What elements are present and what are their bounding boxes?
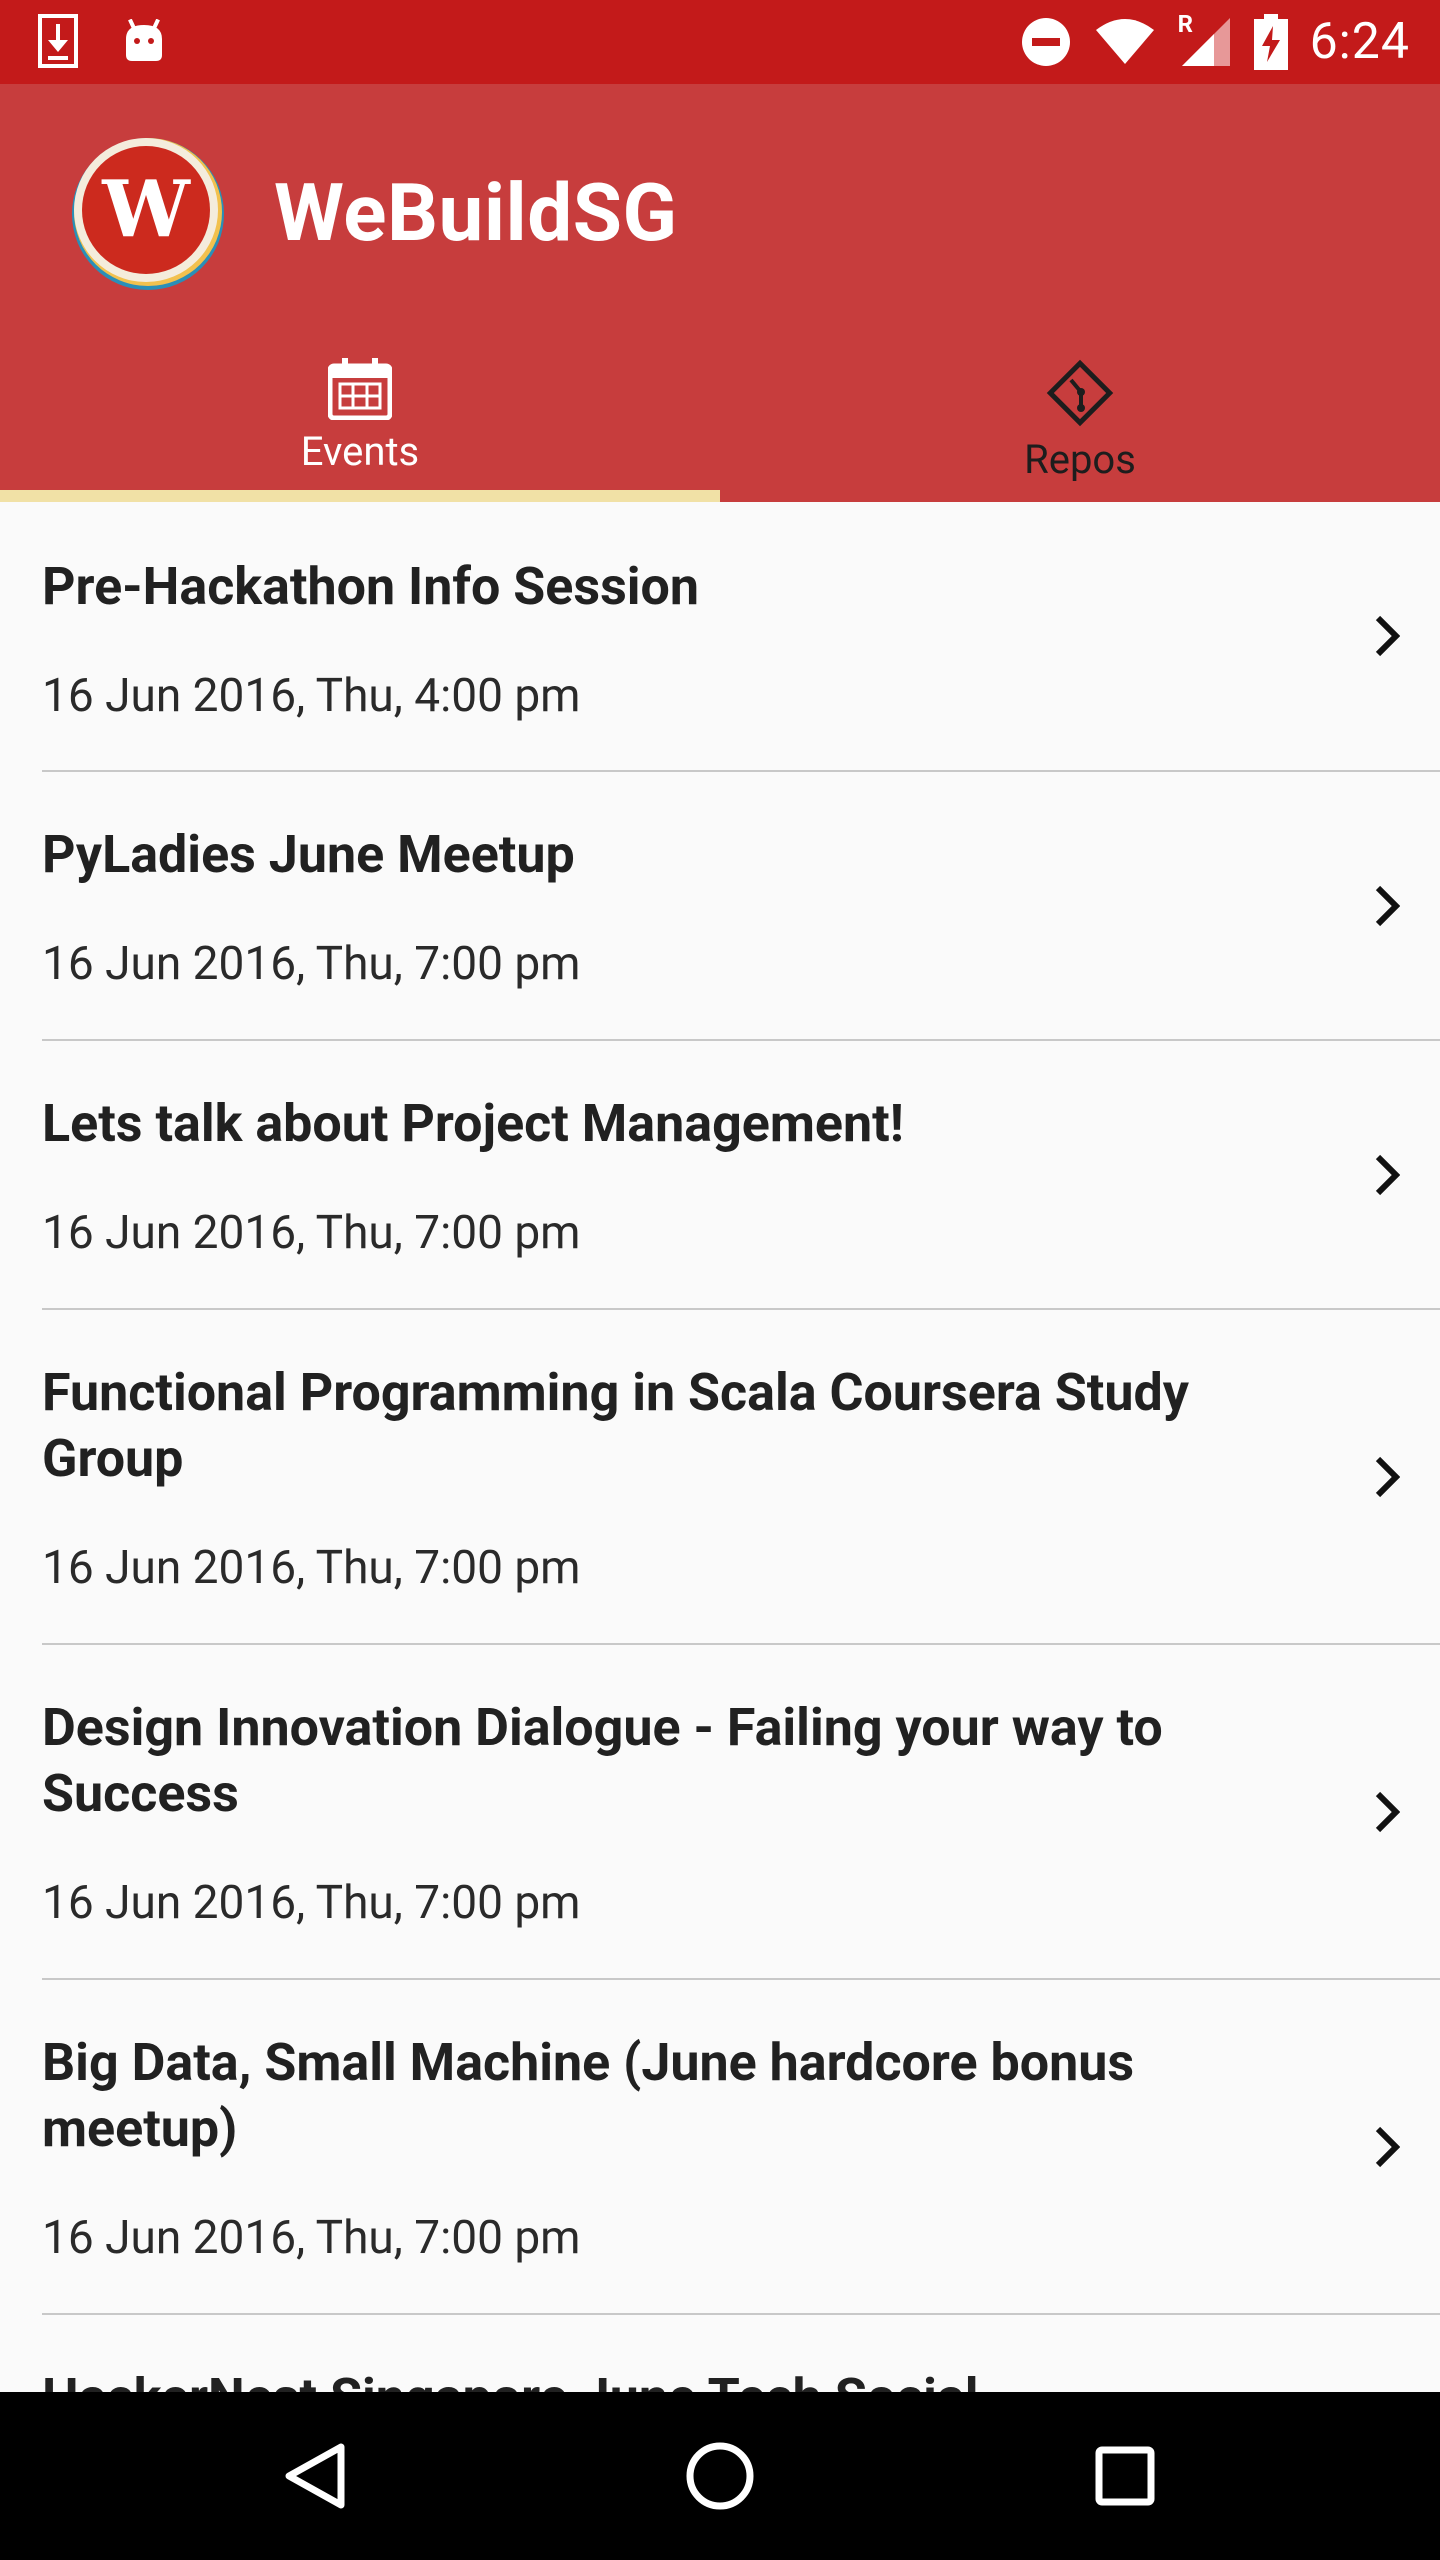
event-title: HackerNest Singapore June Tech Social — [42, 2315, 1280, 2392]
tab-events-label: Events — [300, 428, 420, 475]
event-date: 16 Jun 2016, Thu, 7:00 pm — [42, 1206, 581, 1260]
recents-icon — [1095, 2446, 1155, 2506]
event-list-item[interactable]: Lets talk about Project Management! 16 J… — [42, 1041, 1440, 1310]
app-bar: W WeBuildSG Events Repos — [0, 84, 1440, 502]
back-button[interactable] — [215, 2392, 415, 2560]
download-icon — [38, 14, 78, 68]
event-date: 16 Jun 2016, Thu, 7:00 pm — [42, 1541, 581, 1595]
event-date: 16 Jun 2016, Thu, 7:00 pm — [42, 2211, 581, 2265]
git-icon — [1046, 359, 1114, 427]
back-icon — [285, 2443, 345, 2509]
status-bar: R 6:24 — [0, 0, 1440, 84]
home-icon — [686, 2442, 754, 2510]
tab-repos[interactable]: Repos — [720, 334, 1440, 502]
tab-indicator — [0, 490, 720, 502]
event-title: Lets talk about Project Management! — [42, 1093, 904, 1154]
event-date: 16 Jun 2016, Thu, 4:00 pm — [42, 669, 581, 723]
chevron-right-icon — [1375, 1791, 1400, 1832]
chevron-right-icon — [1375, 885, 1400, 926]
event-title: Big Data, Small Machine (June hardcore b… — [42, 2032, 1135, 2159]
event-list-item[interactable]: PyLadies June Meetup 16 Jun 2016, Thu, 7… — [42, 772, 1440, 1041]
roaming-label: R — [1177, 10, 1193, 38]
home-button[interactable] — [620, 2392, 820, 2560]
event-list-item[interactable]: Big Data, Small Machine (June hardcore b… — [42, 1980, 1440, 2315]
android-icon — [126, 19, 162, 61]
logo-letter: W — [101, 164, 191, 255]
chevron-right-icon — [1375, 615, 1400, 657]
do-not-disturb-icon — [1021, 18, 1070, 66]
signal-icon: R — [1178, 10, 1232, 68]
app-logo: W — [68, 132, 226, 290]
wifi-icon — [1095, 19, 1154, 64]
event-title: Pre-Hackathon Info Session — [42, 556, 700, 617]
recents-button[interactable] — [1025, 2392, 1225, 2560]
tab-repos-label: Repos — [1024, 436, 1136, 483]
status-time: 6:24 — [1309, 13, 1410, 71]
event-list-item[interactable]: HackerNest Singapore June Tech Social — [42, 2315, 1440, 2392]
event-list-item[interactable]: Pre-Hackathon Info Session 16 Jun 2016, … — [42, 502, 1440, 772]
battery-charging-icon — [1253, 14, 1288, 70]
tab-events[interactable]: Events — [0, 334, 720, 502]
calendar-icon — [328, 358, 392, 420]
chevron-right-icon — [1375, 2126, 1400, 2167]
navigation-bar — [0, 2392, 1440, 2560]
tab-bar: Events Repos — [0, 334, 1440, 502]
event-title: Functional Programming in Scala Coursera… — [42, 1362, 1189, 1489]
event-list-item[interactable]: Functional Programming in Scala Coursera… — [42, 1310, 1440, 1645]
event-list-item[interactable]: Design Innovation Dialogue - Failing you… — [42, 1645, 1440, 1980]
chevron-right-icon — [1375, 1154, 1400, 1195]
event-date: 16 Jun 2016, Thu, 7:00 pm — [42, 1876, 581, 1930]
event-date: 16 Jun 2016, Thu, 7:00 pm — [42, 937, 581, 991]
event-title: Design Innovation Dialogue - Failing you… — [42, 1697, 1163, 1824]
events-list[interactable]: Pre-Hackathon Info Session 16 Jun 2016, … — [0, 502, 1440, 2392]
event-title: PyLadies June Meetup — [42, 824, 575, 885]
chevron-right-icon — [1375, 1456, 1400, 1497]
app-title: WeBuildSG — [274, 166, 678, 260]
